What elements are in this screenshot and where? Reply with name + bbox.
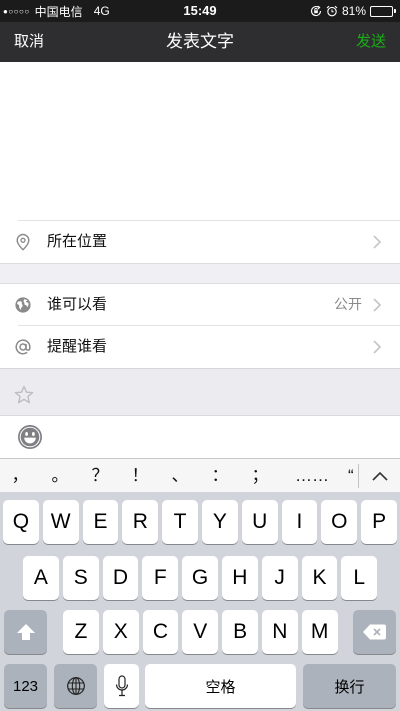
visibility-value: 公开 xyxy=(334,296,362,312)
punctuation-key[interactable]: ， xyxy=(0,459,40,492)
keyboard: Q W E R T Y U I O P A S D F G H J K L Z … xyxy=(0,492,400,711)
microphone-icon xyxy=(115,675,129,697)
send-button[interactable]: 发送 xyxy=(356,22,386,62)
punctuation-candidate-bar: ， 。 ？ ！ 、 ： ； …… “ xyxy=(0,458,400,492)
status-right: 81% xyxy=(310,0,396,22)
delete-key[interactable] xyxy=(353,610,396,654)
visibility-row[interactable]: 谁可以看 公开 xyxy=(0,284,400,325)
key-r[interactable]: R xyxy=(122,500,159,544)
key-b[interactable]: B xyxy=(222,610,258,654)
letter-group: Z X C V B N M xyxy=(63,610,338,654)
punctuation-key[interactable]: 、 xyxy=(160,459,200,492)
battery-icon xyxy=(370,5,396,17)
mention-label: 提醒谁看 xyxy=(47,338,108,355)
status-bar: ●○○○○ 中国电信 4G 15:49 81% xyxy=(0,0,400,22)
star-icon[interactable] xyxy=(14,385,34,405)
key-w[interactable]: W xyxy=(42,500,79,544)
chevron-right-icon xyxy=(373,235,381,249)
key-x[interactable]: X xyxy=(102,610,139,654)
keyboard-row: 123 空格 换行 xyxy=(0,664,400,708)
signal-strength: ●○○○○ xyxy=(3,6,30,16)
key-m[interactable]: M xyxy=(301,610,338,654)
numbers-key[interactable]: 123 xyxy=(4,664,47,708)
punctuation-key[interactable]: …… xyxy=(280,459,344,492)
keyboard-row: Q W E R T Y U I O P xyxy=(0,500,400,544)
key-q[interactable]: Q xyxy=(3,500,39,544)
punctuation-key[interactable]: “ xyxy=(344,459,358,492)
shift-key[interactable] xyxy=(4,610,47,654)
status-left: ●○○○○ 中国电信 4G xyxy=(3,0,110,22)
location-label: 所在位置 xyxy=(47,233,108,250)
language-switch-key[interactable] xyxy=(54,664,97,708)
visibility-label: 谁可以看 xyxy=(47,296,108,313)
key-e[interactable]: E xyxy=(82,500,119,544)
emoji-icon[interactable] xyxy=(17,424,43,450)
key-n[interactable]: N xyxy=(261,610,298,654)
orientation-lock-icon xyxy=(310,5,322,17)
key-l[interactable]: L xyxy=(341,556,378,600)
mention-row[interactable]: 提醒谁看 xyxy=(0,326,400,368)
network-type: 4G xyxy=(93,4,110,18)
keyboard-row: A S D F G H J K L xyxy=(0,556,400,600)
return-key[interactable]: 换行 xyxy=(303,664,396,708)
key-z[interactable]: Z xyxy=(63,610,99,654)
key-v[interactable]: V xyxy=(182,610,219,654)
key-g[interactable]: G xyxy=(182,556,218,600)
punctuation-key[interactable]: ？ xyxy=(80,459,120,492)
dictation-key[interactable] xyxy=(104,664,139,708)
navigation-bar: 取消 发表文字 发送 xyxy=(0,22,400,62)
key-t[interactable]: T xyxy=(162,500,198,544)
clock: 15:49 xyxy=(183,3,217,18)
punctuation-key[interactable]: ！ xyxy=(120,459,160,492)
key-f[interactable]: F xyxy=(142,556,179,600)
emoji-bar xyxy=(0,415,400,458)
section-gap xyxy=(0,263,400,284)
key-o[interactable]: O xyxy=(321,500,358,544)
punctuation-key[interactable]: 。 xyxy=(40,459,80,492)
key-k[interactable]: K xyxy=(301,556,338,600)
chevron-right-icon xyxy=(373,298,381,312)
delete-icon xyxy=(362,623,387,641)
battery-percent: 81% xyxy=(341,4,366,18)
location-pin-icon xyxy=(13,232,33,252)
globe-icon xyxy=(13,295,33,315)
favorites-bar xyxy=(0,369,400,415)
key-c[interactable]: C xyxy=(142,610,179,654)
punctuation-list: ， 。 ？ ！ 、 ： ； …… “ xyxy=(0,459,358,492)
key-s[interactable]: S xyxy=(62,556,99,600)
punctuation-key[interactable]: ： xyxy=(200,459,240,492)
space-key[interactable]: 空格 xyxy=(145,664,296,708)
location-row[interactable]: 所在位置 xyxy=(0,221,400,263)
key-d[interactable]: D xyxy=(102,556,139,600)
key-a[interactable]: A xyxy=(23,556,59,600)
globe-icon xyxy=(66,676,86,696)
alarm-icon xyxy=(326,5,338,17)
page-title: 发表文字 xyxy=(166,32,234,51)
key-i[interactable]: I xyxy=(281,500,318,544)
compose-textarea[interactable] xyxy=(0,62,400,220)
key-j[interactable]: J xyxy=(261,556,298,600)
cancel-button[interactable]: 取消 xyxy=(14,22,44,62)
punctuation-key[interactable]: ； xyxy=(240,459,280,492)
chevron-up-icon[interactable] xyxy=(359,459,400,492)
key-p[interactable]: P xyxy=(361,500,397,544)
shift-icon xyxy=(16,623,36,641)
carrier-name: 中国电信 xyxy=(34,4,83,19)
keyboard-row: Z X C V B N M xyxy=(0,610,400,654)
key-y[interactable]: Y xyxy=(201,500,238,544)
chevron-right-icon xyxy=(373,340,381,354)
at-icon xyxy=(13,337,33,357)
key-u[interactable]: U xyxy=(241,500,278,544)
key-h[interactable]: H xyxy=(221,556,258,600)
